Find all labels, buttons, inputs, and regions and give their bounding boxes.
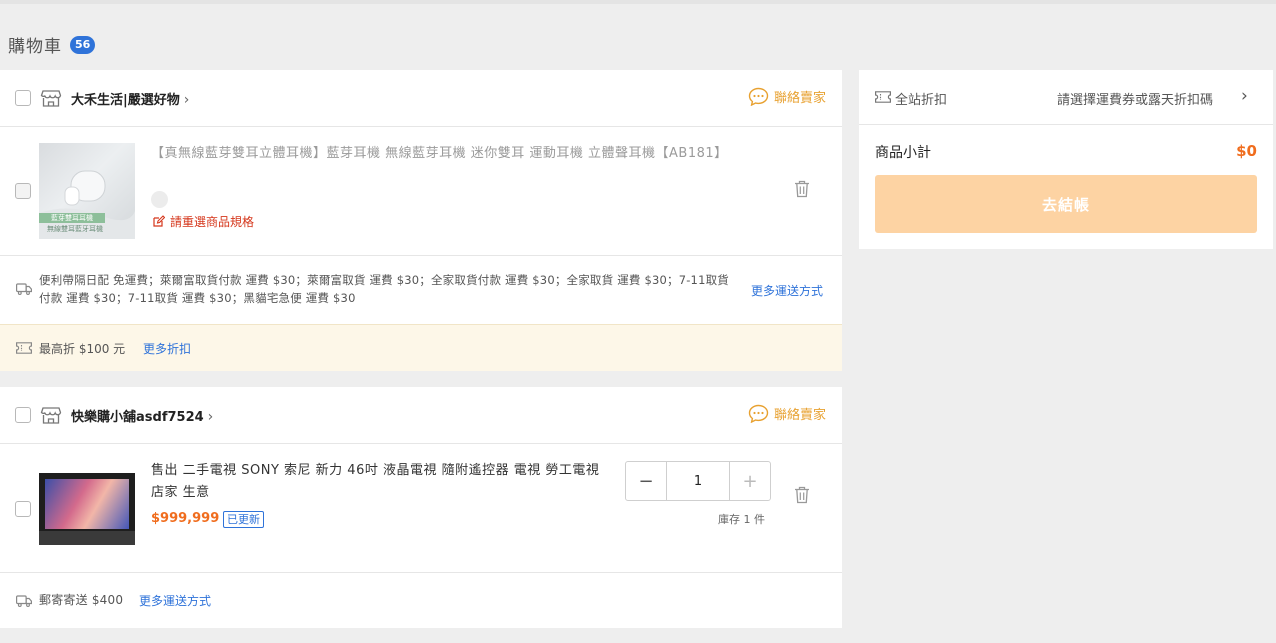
quantity-decrease-button[interactable]: −	[626, 462, 666, 500]
site-coupon-row[interactable]: 全站折扣 請選擇運費券或露天折扣碼 ›	[859, 70, 1273, 125]
store-name-link[interactable]: 大禾生活|嚴選好物 ›	[71, 89, 189, 108]
trash-icon[interactable]	[794, 486, 810, 504]
product-title[interactable]: 售出 二手電視 SONY 索尼 新力 46吋 液晶電視 隨附遙控器 電視 勞工電…	[151, 460, 611, 504]
coupon-select-hint[interactable]: 請選擇運費券或露天折扣碼	[1057, 89, 1213, 108]
shipping-options: 便利帶隔日配 免運費；萊爾富取貨付款 運費 $30；萊爾富取貨 運費 $30；全…	[0, 256, 842, 324]
product-thumbnail[interactable]: 藍芽雙耳耳機 無線雙耳藍牙耳機	[39, 143, 135, 239]
shipping-options: 郵寄寄送 $400 更多運送方式	[0, 573, 842, 628]
shipping-methods-text: 便利帶隔日配 免運費；萊爾富取貨付款 運費 $30；萊爾富取貨 運費 $30；全…	[39, 273, 729, 305]
contact-seller-label: 聯絡賣家	[773, 408, 826, 423]
reselect-spec-link[interactable]: 請重選商品規格	[152, 213, 254, 230]
thumb-caption-1: 藍芽雙耳耳機	[39, 213, 105, 223]
contact-seller-button[interactable]: 聯絡賣家	[748, 87, 826, 106]
stock-text: 庫存 1 件	[718, 513, 765, 526]
top-strip	[0, 0, 1276, 4]
max-discount-text: 最高折 $100 元	[39, 342, 126, 356]
store-name-text: 快樂購小舖asdf7524	[71, 410, 204, 425]
item-select-checkbox[interactable]	[15, 183, 31, 199]
trash-icon[interactable]	[794, 180, 810, 198]
chevron-right-icon: ›	[207, 409, 214, 425]
more-shipping-link[interactable]: 更多運送方式	[139, 592, 211, 609]
page-title: 購物車	[8, 37, 62, 57]
subtotal-label: 商品小計	[875, 145, 931, 161]
product-thumbnail[interactable]	[39, 473, 135, 545]
shipping-methods-text: 郵寄寄送 $400	[39, 593, 124, 607]
store-select-checkbox[interactable]	[15, 407, 31, 423]
store-name-text: 大禾生活|嚴選好物	[71, 93, 180, 108]
updated-badge: 已更新	[223, 511, 264, 528]
store-name-link[interactable]: 快樂購小舖asdf7524 ›	[71, 406, 213, 425]
chat-bubble-icon	[748, 87, 769, 106]
thumb-caption-2: 無線雙耳藍牙耳機	[47, 225, 103, 233]
cart-header: 購物車 56	[8, 32, 96, 57]
truck-icon	[16, 595, 32, 607]
store-card-2: 快樂購小舖asdf7524 › 聯絡賣家 售出 二手電視 SONY 索尼 新力 4…	[0, 387, 842, 628]
contact-seller-label: 聯絡賣家	[773, 91, 826, 106]
contact-seller-button[interactable]: 聯絡賣家	[748, 404, 826, 423]
cart-item: 售出 二手電視 SONY 索尼 新力 46吋 液晶電視 隨附遙控器 電視 勞工電…	[0, 444, 842, 573]
quantity-stepper: − 1 +	[625, 461, 771, 501]
subtotal-value: $0	[1236, 142, 1257, 160]
store-card-1: 大禾生活|嚴選好物 › 聯絡賣家 藍芽雙耳耳機 無線雙耳藍牙耳機 【真無線藍芽雙耳…	[0, 70, 842, 371]
checkout-button[interactable]: 去結帳	[875, 175, 1257, 233]
store-select-checkbox[interactable]	[15, 90, 31, 106]
cart-count-badge: 56	[70, 35, 96, 54]
reselect-spec-label: 請重選商品規格	[170, 215, 255, 229]
quantity-value[interactable]: 1	[666, 462, 730, 500]
spec-placeholder-circle	[151, 191, 168, 208]
store-header: 大禾生活|嚴選好物 › 聯絡賣家	[0, 70, 842, 127]
product-price: $999,999	[151, 511, 220, 526]
order-summary-panel: 全站折扣 請選擇運費券或露天折扣碼 › 商品小計 $0 去結帳	[859, 70, 1273, 249]
truck-icon	[16, 283, 32, 295]
storefront-icon[interactable]	[40, 404, 62, 426]
store-discount-bar: 最高折 $100 元 更多折扣	[0, 324, 842, 371]
store-header: 快樂購小舖asdf7524 › 聯絡賣家	[0, 387, 842, 444]
item-select-checkbox[interactable]	[15, 501, 31, 517]
more-shipping-link[interactable]: 更多運送方式	[751, 282, 823, 299]
cart-item: 藍芽雙耳耳機 無線雙耳藍牙耳機 【真無線藍芽雙耳立體耳機】藍芽耳機 無線藍芽耳機…	[0, 127, 842, 256]
more-discount-link[interactable]: 更多折扣	[143, 340, 191, 357]
quantity-increase-button[interactable]: +	[730, 462, 770, 500]
tv-stand-image	[39, 531, 135, 545]
chevron-right-icon: ›	[183, 92, 190, 108]
chevron-right-icon: ›	[1241, 86, 1248, 106]
tv-screen-image	[45, 479, 129, 529]
chat-bubble-icon	[748, 404, 769, 423]
ticket-icon	[875, 91, 891, 103]
storefront-icon[interactable]	[40, 87, 62, 109]
ticket-icon	[16, 342, 32, 354]
product-title[interactable]: 【真無線藍芽雙耳立體耳機】藍芽耳機 無線藍芽耳機 迷你雙耳 運動耳機 立體聲耳機…	[151, 143, 756, 165]
site-coupon-label: 全站折扣	[895, 93, 948, 108]
edit-icon	[153, 215, 165, 227]
